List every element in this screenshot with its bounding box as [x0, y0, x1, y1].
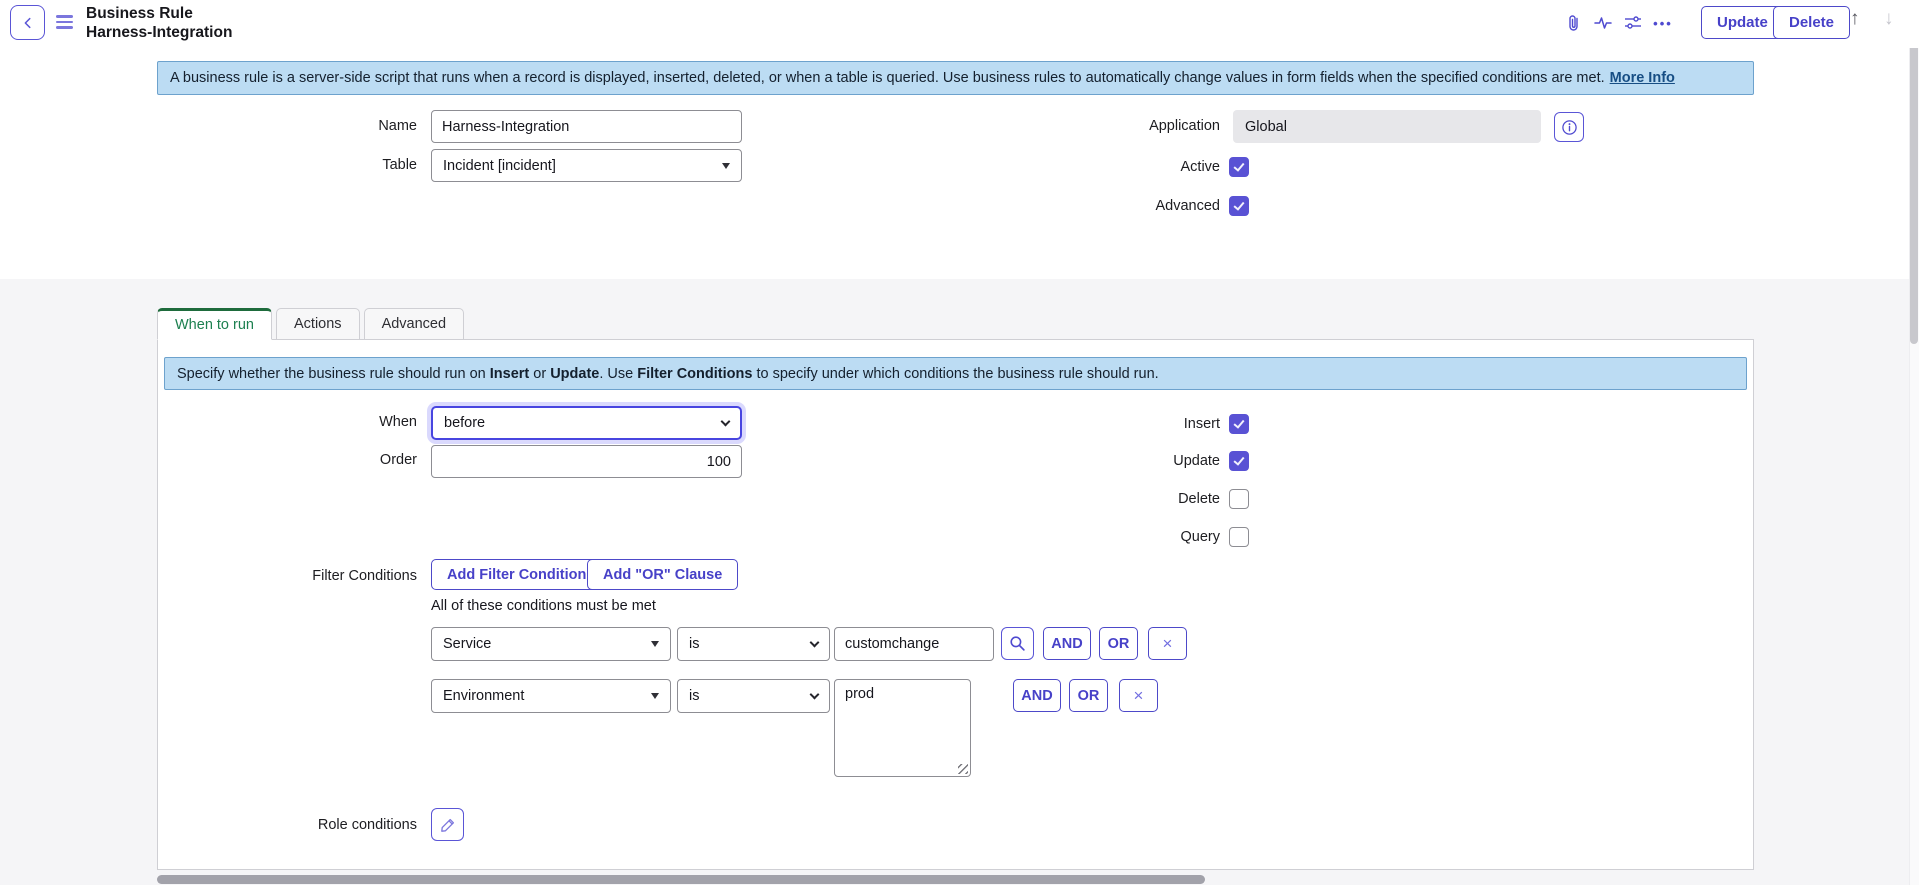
name-input[interactable]: [431, 110, 742, 143]
condition-field-value: Service: [443, 636, 491, 652]
when-label: When: [157, 414, 417, 430]
page-title: Business Rule Harness-Integration: [86, 4, 232, 43]
condition-field-value: Environment: [443, 688, 524, 704]
previous-record-icon[interactable]: ↑: [1850, 8, 1860, 30]
form-header: Business Rule Harness-Integration ••• Up…: [0, 0, 1919, 48]
activity-stream-icon[interactable]: [1588, 9, 1618, 37]
name-label: Name: [157, 118, 417, 134]
query-checkbox[interactable]: [1229, 527, 1249, 547]
context-menu-icon[interactable]: [56, 15, 73, 29]
info-icon: [1561, 119, 1578, 136]
when-to-run-instruction-banner: Specify whether the business rule should…: [164, 357, 1747, 390]
condition-field-select[interactable]: Environment: [431, 679, 671, 713]
order-label: Order: [157, 452, 417, 468]
advanced-checkbox[interactable]: [1229, 196, 1249, 216]
or-button[interactable]: OR: [1099, 627, 1138, 660]
resize-grip-icon[interactable]: [958, 764, 968, 774]
delete-button[interactable]: Delete: [1773, 6, 1850, 39]
business-rule-form: Business Rule Harness-Integration ••• Up…: [0, 0, 1919, 885]
chevron-down-icon: [810, 689, 820, 699]
delete-checkbox[interactable]: [1229, 489, 1249, 509]
back-button[interactable]: [10, 5, 45, 40]
chevron-left-icon: [21, 16, 35, 30]
instruction-text: Specify whether the business rule should…: [177, 366, 1159, 382]
condition-operator-select[interactable]: is: [677, 627, 830, 661]
condition-value-textarea[interactable]: prod: [834, 679, 971, 777]
update-button[interactable]: Update: [1701, 6, 1784, 39]
condition-operator-value: is: [689, 636, 699, 652]
condition-operator-value: is: [689, 688, 699, 704]
attachment-icon[interactable]: [1558, 9, 1588, 37]
remove-condition-button[interactable]: ×: [1148, 627, 1187, 660]
active-checkbox[interactable]: [1229, 157, 1249, 177]
business-rule-info-banner: A business rule is a server-side script …: [157, 61, 1754, 95]
condition-row: Service is AND OR ×: [0, 627, 1919, 661]
or-button[interactable]: OR: [1069, 679, 1108, 712]
header-toolbar: •••: [1558, 9, 1678, 37]
table-select[interactable]: Incident [incident]: [431, 149, 742, 182]
tab-advanced[interactable]: Advanced: [364, 308, 465, 340]
chevron-down-icon: [721, 416, 731, 426]
condition-operator-select[interactable]: is: [677, 679, 830, 713]
order-input[interactable]: [431, 445, 742, 478]
when-select[interactable]: before: [431, 406, 742, 440]
when-select-value: before: [444, 415, 485, 431]
form-tabs: When to run Actions Advanced: [157, 308, 468, 340]
condition-field-select[interactable]: Service: [431, 627, 671, 661]
match-all-conditions-text: All of these conditions must be met: [431, 598, 656, 614]
dropdown-arrow-icon: [722, 163, 730, 169]
application-label: Application: [960, 118, 1220, 134]
advanced-label: Advanced: [960, 198, 1220, 214]
application-field: Global: [1233, 110, 1541, 143]
pencil-icon: [440, 817, 456, 833]
search-icon: [1009, 635, 1026, 652]
update-checkbox[interactable]: [1229, 451, 1249, 471]
table-select-value: Incident [incident]: [443, 158, 556, 174]
more-options-icon[interactable]: •••: [1648, 9, 1678, 37]
record-name-title: Harness-Integration: [86, 23, 232, 42]
record-type-title: Business Rule: [86, 4, 232, 23]
condition-value-input[interactable]: [834, 627, 994, 661]
and-button[interactable]: AND: [1013, 679, 1061, 712]
tab-actions[interactable]: Actions: [276, 308, 360, 340]
query-label: Query: [960, 529, 1220, 545]
info-banner-text: A business rule is a server-side script …: [170, 70, 1605, 86]
dropdown-arrow-icon: [651, 693, 659, 699]
personalize-form-icon[interactable]: [1618, 9, 1648, 37]
more-info-link[interactable]: More Info: [1610, 70, 1675, 86]
tab-when-to-run[interactable]: When to run: [157, 308, 272, 340]
edit-role-conditions-button[interactable]: [431, 808, 464, 841]
add-or-clause-button[interactable]: Add "OR" Clause: [587, 559, 738, 590]
delete-label: Delete: [960, 491, 1220, 507]
insert-label: Insert: [960, 416, 1220, 432]
vertical-scrollbar-thumb[interactable]: [1910, 36, 1918, 344]
remove-condition-button[interactable]: ×: [1119, 679, 1158, 712]
next-record-icon[interactable]: ↓: [1884, 8, 1894, 30]
add-filter-condition-button[interactable]: Add Filter Condition: [431, 559, 602, 590]
role-conditions-label: Role conditions: [157, 817, 417, 833]
reference-lookup-button[interactable]: [1001, 627, 1034, 660]
dropdown-arrow-icon: [651, 641, 659, 647]
active-label: Active: [960, 159, 1220, 175]
application-info-button[interactable]: [1554, 112, 1584, 142]
chevron-down-icon: [810, 637, 820, 647]
insert-checkbox[interactable]: [1229, 414, 1249, 434]
update-label: Update: [960, 453, 1220, 469]
and-button[interactable]: AND: [1043, 627, 1091, 660]
table-label: Table: [157, 157, 417, 173]
horizontal-scrollbar[interactable]: [157, 875, 1205, 884]
filter-conditions-label: Filter Conditions: [157, 568, 417, 584]
condition-row: Environment is prod AND OR ×: [0, 679, 1919, 799]
